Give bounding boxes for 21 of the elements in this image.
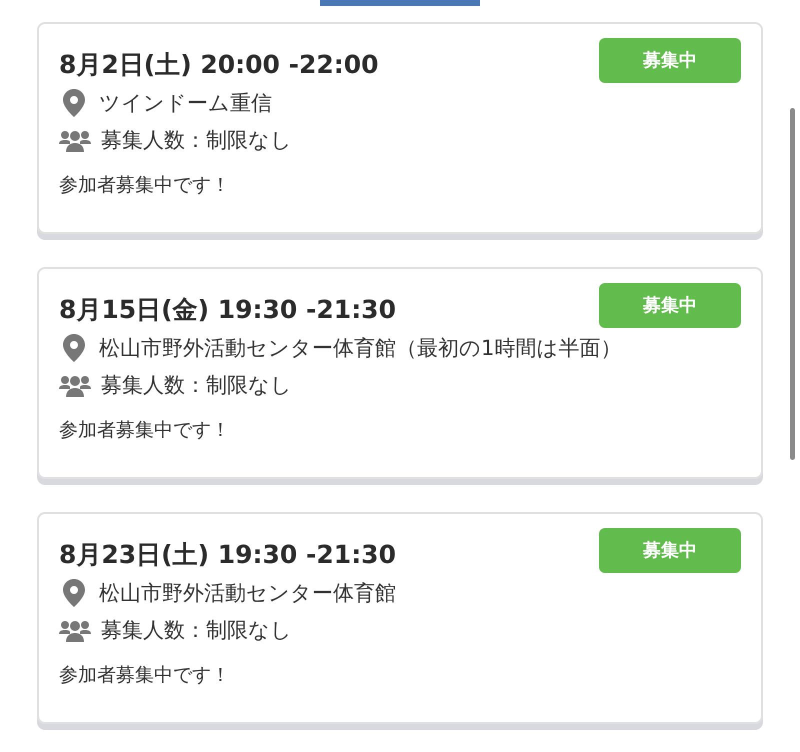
- event-capacity: 募集人数：制限なし: [101, 127, 292, 154]
- status-badge: 募集中: [599, 528, 741, 573]
- event-location: 松山市野外活動センター体育館（最初の1時間は半面）: [99, 334, 622, 362]
- event-datetime: 8月23日(土) 19:30 -21:30: [59, 539, 396, 571]
- event-location: ツインドーム重信: [99, 90, 272, 116]
- map-pin-icon: [63, 579, 85, 608]
- event-datetime: 8月15日(金) 19:30 -21:30: [59, 294, 396, 326]
- people-icon: [59, 374, 91, 397]
- status-badge: 募集中: [599, 283, 741, 328]
- status-badge: 募集中: [599, 38, 741, 83]
- event-datetime: 8月2日(土) 20:00 -22:00: [59, 49, 379, 81]
- people-icon: [59, 620, 91, 642]
- event-capacity: 募集人数：制限なし: [101, 372, 292, 399]
- people-icon: [59, 130, 91, 152]
- event-note: 参加者募集中です！: [59, 418, 230, 440]
- event-capacity: 募集人数：制限なし: [101, 617, 292, 644]
- event-location: 松山市野外活動センター体育館: [99, 580, 396, 606]
- map-pin-icon: [63, 89, 85, 118]
- map-pin-icon: [63, 334, 85, 362]
- event-note: 参加者募集中です！: [59, 664, 230, 686]
- event-note: 参加者募集中です！: [59, 174, 230, 196]
